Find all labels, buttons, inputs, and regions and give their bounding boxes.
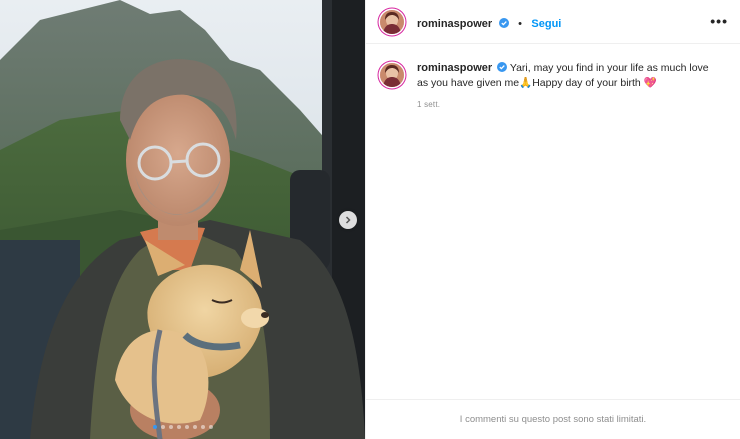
caption-body: rominaspower Yari, may you find in your …: [417, 61, 717, 91]
avatar-image: [380, 10, 404, 34]
post-media[interactable]: [0, 0, 365, 439]
verified-badge-icon: [497, 62, 508, 72]
header-user-line: rominaspower • Segui: [417, 14, 561, 32]
more-options-button[interactable]: •••: [710, 13, 728, 29]
carousel-next-button[interactable]: [339, 211, 357, 229]
post-header: rominaspower • Segui •••: [366, 0, 740, 44]
carousel-dot: [160, 425, 165, 429]
comments-limited-footer: I commenti su questo post sono stati lim…: [366, 399, 740, 439]
follow-button[interactable]: Segui: [531, 18, 561, 30]
post-date[interactable]: 1 sett.: [417, 100, 440, 109]
chevron-right-icon: [345, 216, 351, 224]
carousel-dot: [176, 425, 181, 429]
verified-badge-icon: [498, 18, 509, 28]
post-photo: [0, 0, 365, 439]
avatar-image: [380, 63, 404, 87]
username-link[interactable]: rominaspower: [417, 18, 492, 30]
caption-username-link[interactable]: rominaspower: [417, 62, 492, 74]
carousel-dot: [184, 425, 189, 429]
carousel-dot: [200, 425, 205, 429]
caption-avatar[interactable]: [380, 63, 404, 87]
carousel-dot: [152, 425, 157, 429]
carousel-dot: [208, 425, 213, 429]
carousel-dot: [192, 425, 197, 429]
carousel-dot: [168, 425, 173, 429]
separator-dot: •: [518, 18, 522, 30]
avatar[interactable]: [380, 10, 404, 34]
comments-limited-text: I commenti su questo post sono stati lim…: [459, 414, 647, 425]
post-side-panel: rominaspower • Segui ••• rominaspower Ya…: [365, 0, 740, 439]
carousel-indicator: [0, 425, 365, 429]
